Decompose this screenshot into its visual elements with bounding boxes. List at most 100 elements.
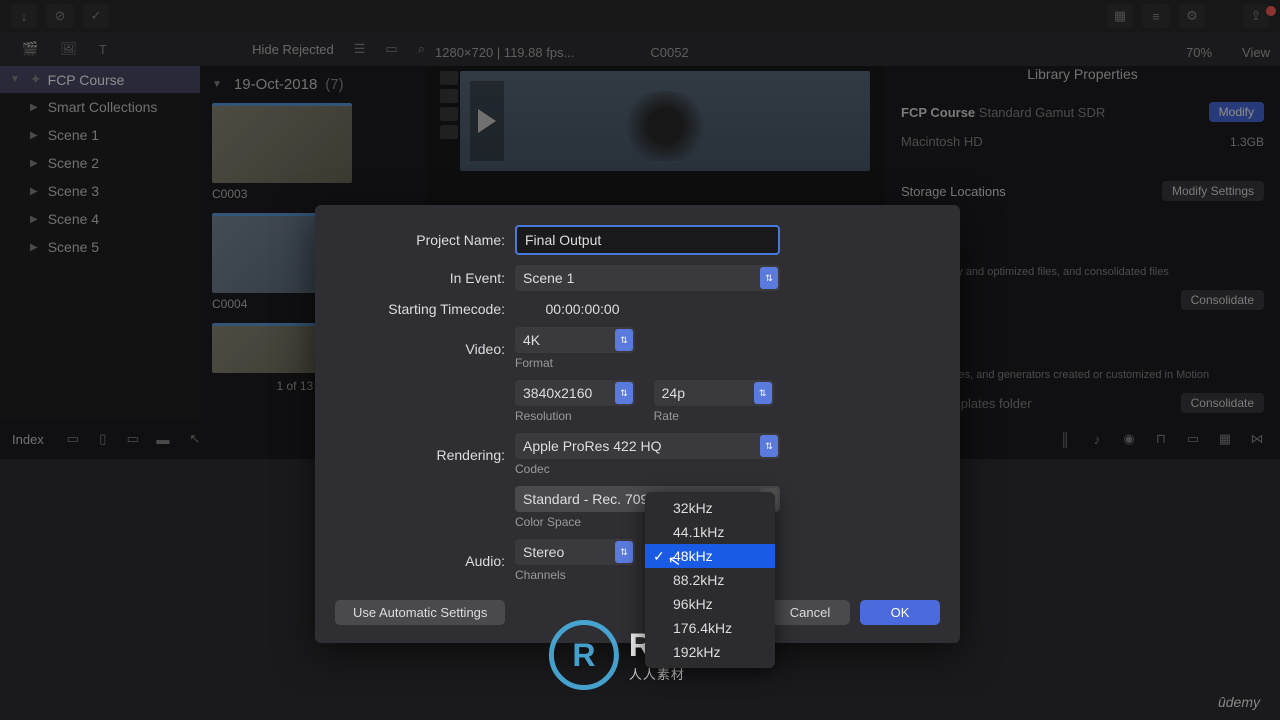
rendering-label: Rendering:	[335, 447, 515, 463]
video-resolution-select[interactable]: 3840x2160⇅	[515, 380, 635, 406]
project-name-input[interactable]	[515, 225, 780, 255]
zoom-level[interactable]: 70%	[1186, 45, 1212, 60]
in-event-select[interactable]: Scene 1⇅	[515, 265, 780, 291]
check-icon: ✓	[653, 548, 665, 565]
event-header[interactable]: ▼ 19-Oct-2018 (7)	[212, 76, 413, 93]
clip-thumbnail[interactable]	[212, 103, 352, 183]
consolidate-button-2[interactable]: Consolidate	[1181, 393, 1264, 413]
clip-label: C0003	[212, 187, 413, 201]
format-sublabel: Format	[515, 356, 635, 370]
resolution-sublabel: Resolution	[515, 409, 635, 423]
timeline-view-icon[interactable]: ▭	[1182, 428, 1204, 450]
library-tab-icon[interactable]: 🎬	[22, 41, 38, 57]
keyword-icon[interactable]: ⊘	[46, 4, 74, 28]
library-sidebar: ▼ ✦ FCP Course ▶Smart Collections ▶Scene…	[0, 66, 200, 419]
insert-clip-icon[interactable]: ▯	[92, 428, 114, 450]
clip-name: C0052	[650, 45, 688, 60]
grid-view-icon[interactable]: ▦	[1106, 4, 1134, 28]
video-label: Video:	[335, 341, 515, 357]
play-icon	[478, 109, 496, 133]
titles-tab-icon[interactable]: T	[99, 42, 107, 57]
codec-sublabel: Codec	[515, 462, 780, 476]
viewer-info-strip: 1280×720 | 119.88 fps... C0052 70% View	[425, 38, 1280, 66]
bg-tasks-icon[interactable]: ✓	[82, 4, 110, 28]
modify-button[interactable]: Modify	[1209, 102, 1264, 122]
consolidate-button[interactable]: Consolidate	[1181, 290, 1264, 310]
arrow-tool-icon[interactable]: ↖	[184, 428, 206, 450]
video-preview[interactable]	[460, 71, 870, 171]
dropdown-option[interactable]: 192kHz	[645, 640, 775, 664]
photos-tab-icon[interactable]: 🖼	[60, 41, 77, 57]
sidebar-item-scene1[interactable]: ▶Scene 1	[0, 121, 200, 149]
chevron-updown-icon: ⇅	[754, 382, 772, 404]
disclosure-triangle-icon[interactable]: ▼	[10, 74, 20, 85]
starting-tc-label: Starting Timecode:	[335, 301, 515, 317]
render-codec-select[interactable]: Apple ProRes 422 HQ⇅	[515, 433, 780, 459]
chevron-right-icon: ▶	[30, 242, 38, 253]
settings-icon[interactable]: ⚙	[1178, 4, 1206, 28]
video-rate-select[interactable]: 24p⇅	[654, 380, 774, 406]
clip-resolution: 1280×720 | 119.88 fps...	[435, 45, 574, 60]
sidebar-item-scene4[interactable]: ▶Scene 4	[0, 205, 200, 233]
chevron-right-icon: ▶	[30, 130, 38, 141]
close-window-icon[interactable]	[1266, 6, 1276, 16]
list-view-icon[interactable]: ≡	[1142, 4, 1170, 28]
connect-clip-icon[interactable]: ▭	[62, 428, 84, 450]
transitions-icon[interactable]: ⋈	[1246, 428, 1268, 450]
import-icon[interactable]: ↓	[10, 4, 38, 28]
dropdown-option[interactable]: 176.4kHz	[645, 616, 775, 640]
cancel-button[interactable]: Cancel	[770, 600, 850, 625]
chevron-right-icon: ▶	[30, 186, 38, 197]
rate-sublabel: Rate	[654, 409, 774, 423]
library-name: FCP Course	[48, 72, 125, 88]
overwrite-clip-icon[interactable]: ▬	[152, 428, 174, 450]
event-count: (7)	[325, 76, 343, 93]
dropdown-option[interactable]: 96kHz	[645, 592, 775, 616]
skimming-icon[interactable]: ║	[1054, 428, 1076, 450]
storage-locations-label: Storage Locations	[901, 184, 1006, 199]
solo-icon[interactable]: ◉	[1118, 428, 1140, 450]
filmstrip-icon	[440, 71, 460, 143]
dropdown-option[interactable]: 32kHz	[645, 496, 775, 520]
library-icon: ✦	[30, 71, 42, 88]
timeline-index-button[interactable]: Index	[12, 432, 44, 447]
audio-label: Audio:	[335, 553, 515, 569]
audio-channels-select[interactable]: Stereo⇅	[515, 539, 635, 565]
dropdown-option[interactable]: 88.2kHz	[645, 568, 775, 592]
ok-button[interactable]: OK	[860, 600, 940, 625]
sidebar-item-scene5[interactable]: ▶Scene 5	[0, 233, 200, 261]
dropdown-option[interactable]: 44.1kHz	[645, 520, 775, 544]
filter-icon[interactable]: ☰	[354, 41, 366, 57]
dropdown-option-selected[interactable]: ✓48kHz	[645, 544, 775, 568]
chevron-right-icon: ▶	[30, 158, 38, 169]
effects-icon[interactable]: ▦	[1214, 428, 1236, 450]
starting-tc-input[interactable]	[515, 301, 650, 317]
snapping-icon[interactable]: ⊓	[1150, 428, 1172, 450]
video-format-select[interactable]: 4K⇅	[515, 327, 635, 353]
chevron-updown-icon: ⇅	[615, 329, 633, 351]
udemy-label: ûdemy	[1218, 694, 1260, 710]
clip-appearance-icon[interactable]: ▭	[385, 41, 397, 57]
sidebar-library-root[interactable]: ▼ ✦ FCP Course	[0, 66, 200, 93]
modify-settings-button[interactable]: Modify Settings	[1162, 181, 1264, 201]
chevron-updown-icon: ⇅	[760, 267, 778, 289]
view-menu[interactable]: View	[1242, 45, 1270, 60]
search-icon[interactable]: ⌕	[418, 41, 425, 57]
disclosure-triangle-icon[interactable]: ▼	[212, 79, 222, 90]
storage-size: 1.3GB	[1230, 135, 1264, 149]
play-button[interactable]	[470, 81, 504, 161]
sidebar-item-scene2[interactable]: ▶Scene 2	[0, 149, 200, 177]
project-name-label: Project Name:	[335, 232, 515, 248]
in-event-label: In Event:	[335, 270, 515, 286]
chevron-updown-icon: ⇅	[615, 382, 633, 404]
hide-rejected-menu[interactable]: Hide Rejected	[252, 42, 334, 57]
inspector-header: Library Properties	[885, 66, 1280, 96]
audio-skim-icon[interactable]: ♪	[1086, 428, 1108, 450]
channels-sublabel: Channels	[515, 568, 635, 582]
sidebar-item-smart[interactable]: ▶Smart Collections	[0, 93, 200, 121]
sidebar-item-scene3[interactable]: ▶Scene 3	[0, 177, 200, 205]
chevron-updown-icon: ⇅	[760, 435, 778, 457]
append-clip-icon[interactable]: ▭	[122, 428, 144, 450]
chevron-right-icon: ▶	[30, 102, 38, 113]
automatic-settings-button[interactable]: Use Automatic Settings	[335, 600, 505, 625]
